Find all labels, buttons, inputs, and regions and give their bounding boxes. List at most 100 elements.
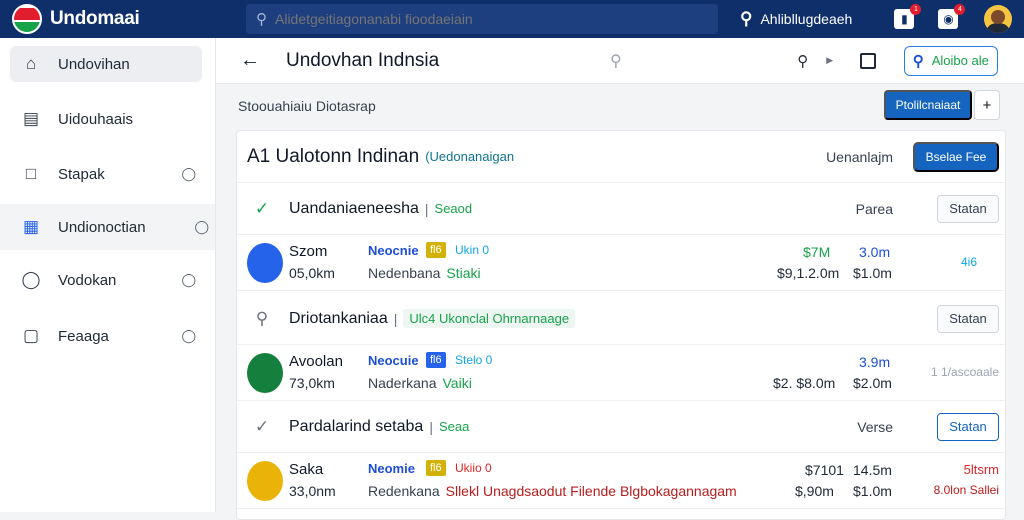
sidebar-item-apps[interactable]: ▦ Undionoctian ◯ — [0, 204, 215, 250]
global-search: ⚲ — [246, 4, 718, 34]
top-right-area: ⚲ Ahlibllugdeaeh ▮ 1 ◉ 4 — [740, 4, 1013, 33]
search-icon[interactable]: ⚲ — [792, 52, 814, 70]
global-search-input[interactable] — [275, 11, 695, 27]
row-value-b: 3.9m — [859, 354, 891, 370]
camera-icon: ◉ — [943, 12, 954, 26]
messages-button[interactable]: ◉ 4 — [938, 4, 966, 29]
search-button[interactable]: ⚲ Aloibo ale — [903, 45, 998, 76]
group-header: ✓ Uandaniaeneesha | Seaod Parea Statan — [237, 183, 1007, 235]
group-header: ⚲ Driotankaniaa | Ulc4 Ukonclal Ohrnarna… — [237, 293, 1007, 345]
row-name: Szom — [289, 243, 328, 260]
row-value-a: $7M — [803, 244, 831, 260]
row-kind: Neomie — [368, 461, 415, 476]
row-value-b: 14.5m — [853, 462, 892, 478]
group-separator: | — [424, 200, 429, 217]
main-panel: A1 Ualotonn Indinan (Uedonanaigan Uenanl… — [236, 130, 1007, 520]
chat-icon[interactable]: ◯ — [194, 219, 209, 235]
group-separator: | — [393, 310, 398, 327]
sidebar-item-box[interactable]: □ Stapak ◯ — [10, 156, 202, 192]
group-status-button[interactable]: Statan — [937, 412, 999, 441]
row-value-b: 3.0m — [859, 244, 891, 260]
user-avatar[interactable] — [984, 5, 1013, 33]
primary-action-button[interactable]: Ptolilcnaiaat — [884, 90, 972, 120]
notification-badge: 1 — [910, 4, 922, 15]
row-desc-main: Redenkana — [368, 483, 440, 499]
row-tag: Stelo 0 — [455, 353, 493, 367]
chevron-icon[interactable]: ✓ — [251, 417, 273, 437]
group-header: ✓ Pardalarind setaba | Seaa Verse Statan — [237, 401, 1007, 453]
group-label: Parea — [855, 200, 893, 217]
row-value-c: $9,1.2.0m — [777, 265, 840, 281]
row-value-c: $2. $8.0m — [773, 375, 836, 391]
header-tools: ⚲ ▶ — [792, 52, 876, 70]
search-icon[interactable]: ⚲ — [740, 9, 752, 29]
check-icon[interactable]: ✓ — [251, 199, 273, 219]
group-status-button[interactable]: Statan — [937, 304, 999, 333]
page-header: ← Undovhan Indnsia ⚲ ⚲ ▶ ⚲ Aloibo ale — [216, 38, 1024, 84]
avatar — [247, 461, 283, 501]
row-status: 1 1/ascoaale — [930, 365, 999, 379]
table-row[interactable]: Avoolan 73,0km Neocuie fl6 Stelo 0 Nader… — [237, 345, 1007, 401]
sidebar-item-circle[interactable]: ◯ Vodokan ◯ — [10, 262, 202, 298]
home-icon: ⌂ — [25, 54, 37, 73]
panel-label: Uenanlajm — [826, 148, 893, 165]
panel-header: A1 Ualotonn Indinan (Uedonanaigan Uenanl… — [237, 131, 1007, 183]
add-button[interactable]: + — [974, 90, 1000, 120]
row-amount: 05,0km — [289, 265, 335, 281]
search-icon: ⚲ — [912, 52, 924, 70]
row-tag: Ukin 0 — [455, 243, 490, 257]
back-arrow-icon[interactable]: ← — [240, 49, 270, 72]
app-logo[interactable]: Undomaai — [0, 4, 246, 34]
search-icon[interactable]: ⚲ — [251, 309, 273, 329]
row-desc: Nedenbana Stiaki — [368, 265, 481, 281]
row-desc-extra: Stiaki — [446, 265, 481, 281]
row-status-top: 5ltsrm — [963, 462, 999, 477]
search-icon[interactable]: ⚲ — [610, 51, 622, 71]
group-title: Pardalarind setaba — [289, 417, 424, 435]
bell-icon: ▮ — [901, 12, 908, 26]
search-button-label: Aloibo ale — [931, 53, 989, 68]
table-row[interactable]: Saka 33,0nm Neomie fl6 Ukiio 0 Redenkana… — [237, 453, 1007, 509]
list-icon: ▤ — [22, 109, 40, 128]
row-desc-extra: Vaiki — [442, 375, 472, 391]
row-amount: 33,0nm — [289, 483, 336, 499]
briefcase-icon: ▢ — [22, 326, 40, 345]
group-label: Verse — [857, 418, 893, 435]
row-status: 4i6 — [960, 255, 977, 269]
message-badge: 4 — [954, 4, 966, 15]
notifications-button[interactable]: ▮ 1 — [894, 4, 922, 29]
apps-icon: ▦ — [22, 217, 40, 236]
group-status-button[interactable]: Statan — [937, 194, 999, 223]
search-icon: ⚲ — [256, 11, 267, 28]
sidebar-item-list[interactable]: ▤ Uidouhaais — [10, 101, 202, 137]
sidebar-item-briefcase[interactable]: ▢ Feaaga ◯ — [10, 318, 202, 354]
window-icon[interactable] — [859, 52, 876, 69]
avatar — [247, 243, 283, 283]
row-status: 8.0lon Sallei — [933, 483, 999, 497]
table-row[interactable]: Szom 05,0km Neocnie fl6 Ukin 0 Nedenbana… — [237, 235, 1007, 291]
row-kind: Neocuie — [368, 353, 419, 368]
box-icon: □ — [25, 164, 37, 183]
chat-icon[interactable]: ◯ — [181, 328, 196, 344]
sidebar-item-label: Stapak — [58, 165, 105, 183]
row-chip: fl6 — [426, 460, 446, 476]
sidebar: ⌂ Undovihan ▤ Uidouhaais □ Stapak ◯ ▦ Un… — [0, 38, 216, 512]
chat-icon[interactable]: ◯ — [181, 272, 196, 288]
group-title: Uandaniaeneesha — [289, 199, 419, 217]
row-desc-extra: Sllekl Unagdsaodut Filende Blgbokagannag… — [445, 483, 737, 499]
row-tag: Ukiio 0 — [455, 461, 492, 475]
panel-subtitle: (Uedonanaigan — [425, 149, 515, 164]
panel-action-button[interactable]: Bselae Fee — [913, 141, 999, 172]
user-name[interactable]: Ahlibllugdeaeh — [760, 11, 870, 27]
group-tag: Seaod — [434, 201, 473, 216]
breadcrumb: Stoouahiaiu Diotasrap — [238, 98, 376, 114]
group-separator: | — [429, 418, 433, 435]
chat-icon[interactable]: ◯ — [181, 166, 196, 182]
row-value-c: $,90m — [795, 483, 834, 499]
caret-right-icon[interactable]: ▶ — [822, 55, 838, 66]
sidebar-item-home[interactable]: ⌂ Undovihan — [10, 46, 202, 82]
row-chip: fl6 — [426, 242, 446, 258]
row-name: Saka — [289, 461, 324, 478]
group-tag: Seaa — [438, 419, 470, 434]
top-bar: Undomaai ⚲ ⚲ Ahlibllugdeaeh ▮ 1 ◉ 4 — [0, 0, 1024, 38]
